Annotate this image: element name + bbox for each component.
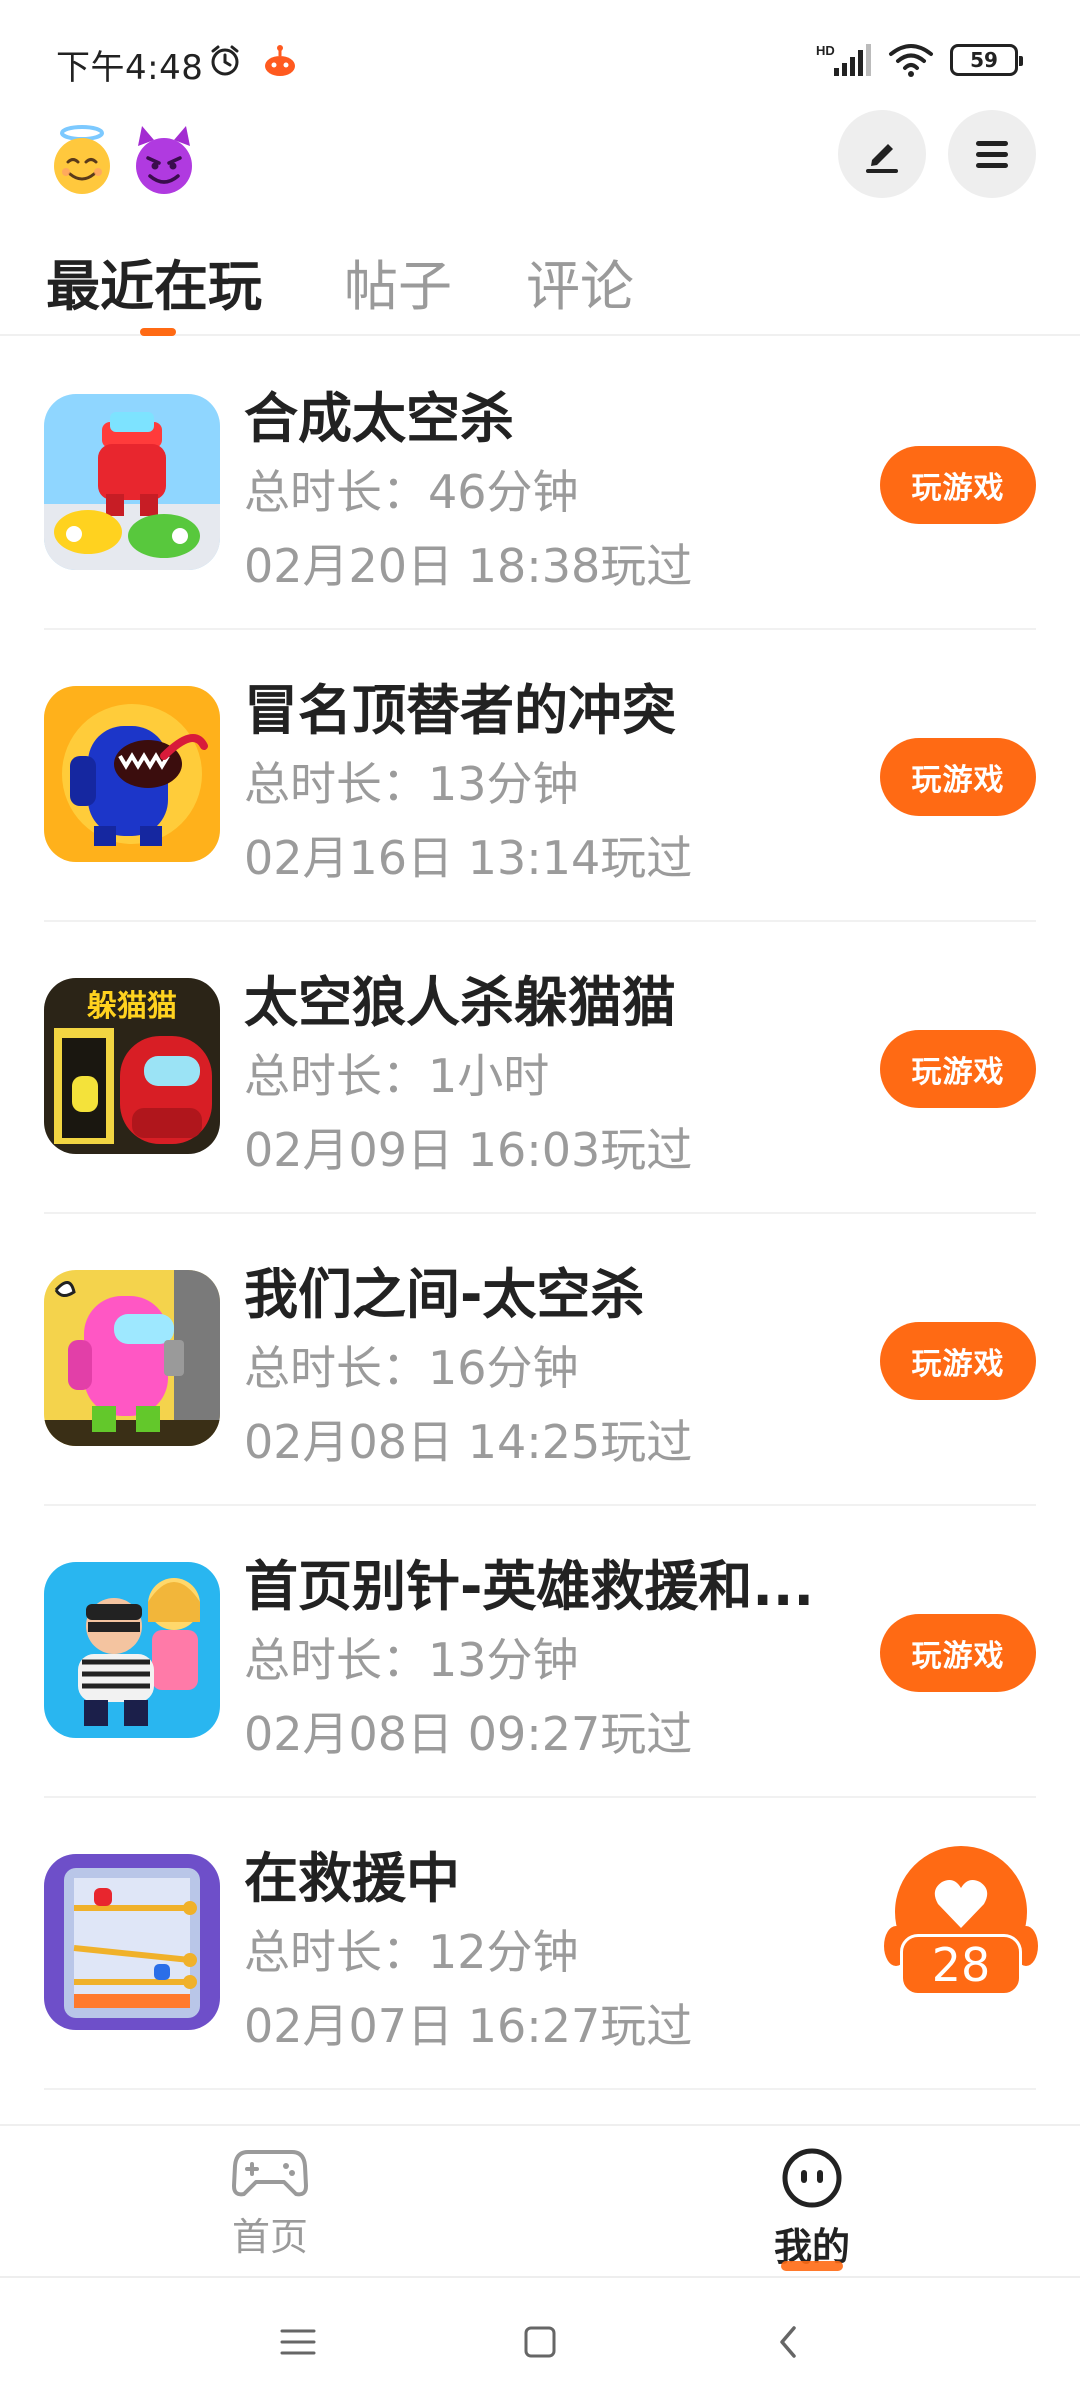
gamepad-icon	[232, 2150, 308, 2197]
nav-home-label: 首页	[231, 2215, 308, 2259]
play-game-button[interactable]: 玩游戏	[880, 446, 1036, 524]
menu-button[interactable]	[948, 110, 1036, 198]
alarm-icon	[211, 45, 239, 76]
angel-face-icon[interactable]	[46, 124, 118, 196]
page: 下午4:48 HD 59 最近在玩 帖子 评论 合成太空杀 总时长：46分钟 0…	[0, 0, 1080, 2400]
status-icons: HD 59	[816, 42, 1023, 78]
game-icon-among-us-space-kill[interactable]	[44, 1270, 220, 1446]
game-title: 我们之间-太空杀	[244, 1263, 645, 1326]
game-title: 首页别针-英雄救援和...	[244, 1555, 814, 1618]
profile-tabs: 最近在玩 帖子 评论	[0, 236, 1080, 336]
battery-level: 59	[970, 48, 998, 72]
game-list: 合成太空杀 总时长：46分钟 02月20日 18:38玩过 玩游戏 冒名顶替者的…	[0, 338, 1080, 2090]
nav-active-indicator	[781, 2261, 843, 2271]
game-duration: 总时长：13分钟	[244, 757, 579, 811]
profile-header	[0, 110, 1080, 210]
game-last-played: 02月16日 13:14玩过	[244, 831, 693, 885]
play-game-button[interactable]: 玩游戏	[880, 1030, 1036, 1108]
tab-posts[interactable]: 帖子	[344, 242, 452, 321]
play-game-button[interactable]: 玩游戏	[880, 1614, 1036, 1692]
game-last-played: 02月07日 16:27玩过	[244, 1999, 693, 2053]
game-last-played: 02月09日 16:03玩过	[244, 1123, 693, 1177]
smiley-face-icon	[782, 2148, 842, 2208]
game-last-played: 02月20日 18:38玩过	[244, 539, 693, 593]
signal-icon: HD	[816, 43, 871, 76]
game-duration: 总时长：13分钟	[244, 1633, 579, 1687]
active-tab-indicator	[140, 328, 176, 336]
nav-mine[interactable]: 我的	[712, 2146, 912, 2271]
list-item[interactable]: 首页别针-英雄救援和... 总时长：13分钟 02月08日 09:27玩过 玩游…	[44, 1506, 1036, 1798]
game-duration: 总时长：46分钟	[244, 465, 579, 519]
game-title: 在救援中	[244, 1847, 460, 1910]
game-icon-merge-space-kill[interactable]	[44, 394, 220, 570]
menu-icon	[976, 141, 1008, 168]
home-button[interactable]	[510, 2312, 570, 2372]
game-duration: 总时长：12分钟	[244, 1925, 579, 1979]
list-item[interactable]: 躲猫猫 太空狼人杀躲猫猫 总时长：1小时 02月09日 16:03玩过 玩游戏	[44, 922, 1036, 1214]
game-title: 合成太空杀	[244, 387, 514, 450]
edit-button[interactable]	[838, 110, 926, 198]
devil-face-icon[interactable]	[128, 124, 200, 196]
bottom-navigation: 首页 我的	[0, 2124, 1080, 2272]
game-last-played: 02月08日 14:25玩过	[244, 1415, 693, 1469]
like-badge[interactable]: 28	[882, 1842, 1040, 2002]
system-navigation-bar	[0, 2276, 1080, 2400]
edit-icon	[866, 144, 898, 173]
back-chevron-icon	[780, 2326, 796, 2358]
back-button[interactable]	[758, 2312, 818, 2372]
play-game-button[interactable]: 玩游戏	[880, 1322, 1036, 1400]
like-count: 28	[900, 1934, 1022, 1996]
tab-comments[interactable]: 评论	[526, 242, 634, 321]
status-time: 下午4:48	[56, 48, 204, 88]
wifi-icon	[889, 44, 933, 77]
game-last-played: 02月08日 09:27玩过	[244, 1707, 693, 1761]
status-bar: 下午4:48 HD 59	[0, 0, 1080, 110]
game-icon-hide-and-seek[interactable]: 躲猫猫	[44, 978, 220, 1154]
game-icon-pin-hero-rescue[interactable]	[44, 1562, 220, 1738]
home-square-icon	[524, 2326, 556, 2358]
list-item[interactable]: 我们之间-太空杀 总时长：16分钟 02月08日 14:25玩过 玩游戏	[44, 1214, 1036, 1506]
game-icon-rescue[interactable]	[44, 1854, 220, 2030]
recent-apps-button[interactable]	[268, 2312, 328, 2372]
game-title: 太空狼人杀躲猫猫	[244, 971, 676, 1034]
list-item[interactable]: 冒名顶替者的冲突 总时长：13分钟 02月16日 13:14玩过 玩游戏	[44, 630, 1036, 922]
svg-text:躲猫猫: 躲猫猫	[87, 990, 177, 1023]
battery-icon: 59	[950, 44, 1023, 76]
nav-home[interactable]: 首页	[170, 2146, 370, 2261]
tab-recently-played[interactable]: 最近在玩	[46, 242, 262, 321]
game-duration: 总时长：1小时	[244, 1049, 550, 1103]
game-icon-impostor-clash[interactable]	[44, 686, 220, 862]
recent-apps-icon	[280, 2329, 316, 2355]
game-duration: 总时长：16分钟	[244, 1341, 579, 1395]
app-notification-icon	[265, 45, 295, 76]
play-game-button[interactable]: 玩游戏	[880, 738, 1036, 816]
list-item[interactable]: 合成太空杀 总时长：46分钟 02月20日 18:38玩过 玩游戏	[44, 338, 1036, 630]
svg-text:HD: HD	[816, 43, 835, 58]
game-title: 冒名顶替者的冲突	[244, 679, 676, 742]
